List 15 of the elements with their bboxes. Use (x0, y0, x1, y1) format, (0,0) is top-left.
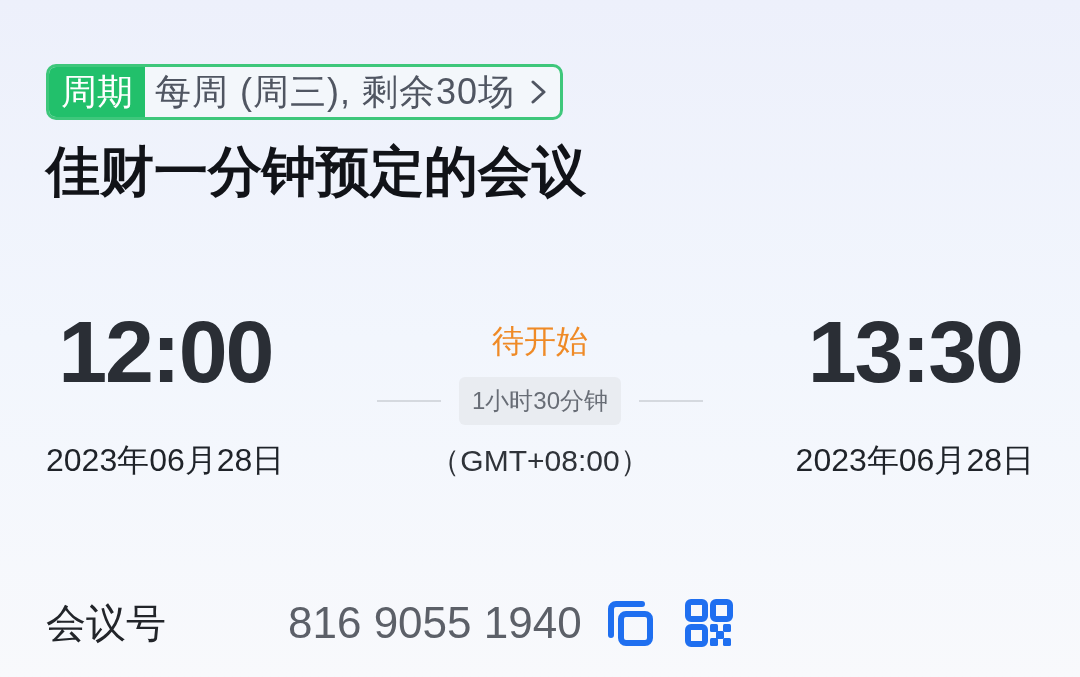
end-date: 2023年06月28日 (795, 441, 1034, 480)
end-time: 13:30 (807, 308, 1022, 396)
recurrence-badge: 周期 (49, 67, 145, 117)
recurrence-link[interactable]: 每周 (周三), 剩余30场 (145, 67, 561, 117)
meeting-title: 佳财一分钟预定的会议 (46, 140, 586, 203)
timezone-label: （GMT+08:00） (430, 443, 650, 479)
meeting-id-label: 会议号 (46, 600, 167, 647)
copy-icon[interactable] (605, 599, 654, 647)
meeting-id-value: 816 9055 1940 (288, 597, 582, 649)
start-date: 2023年06月28日 (46, 441, 285, 480)
meeting-status: 待开始 (492, 322, 588, 361)
duration-badge: 1小时30分钟 (458, 377, 621, 425)
chevron-right-icon (531, 80, 547, 104)
start-time: 12:00 (58, 308, 273, 396)
qr-code-icon[interactable] (684, 599, 733, 647)
